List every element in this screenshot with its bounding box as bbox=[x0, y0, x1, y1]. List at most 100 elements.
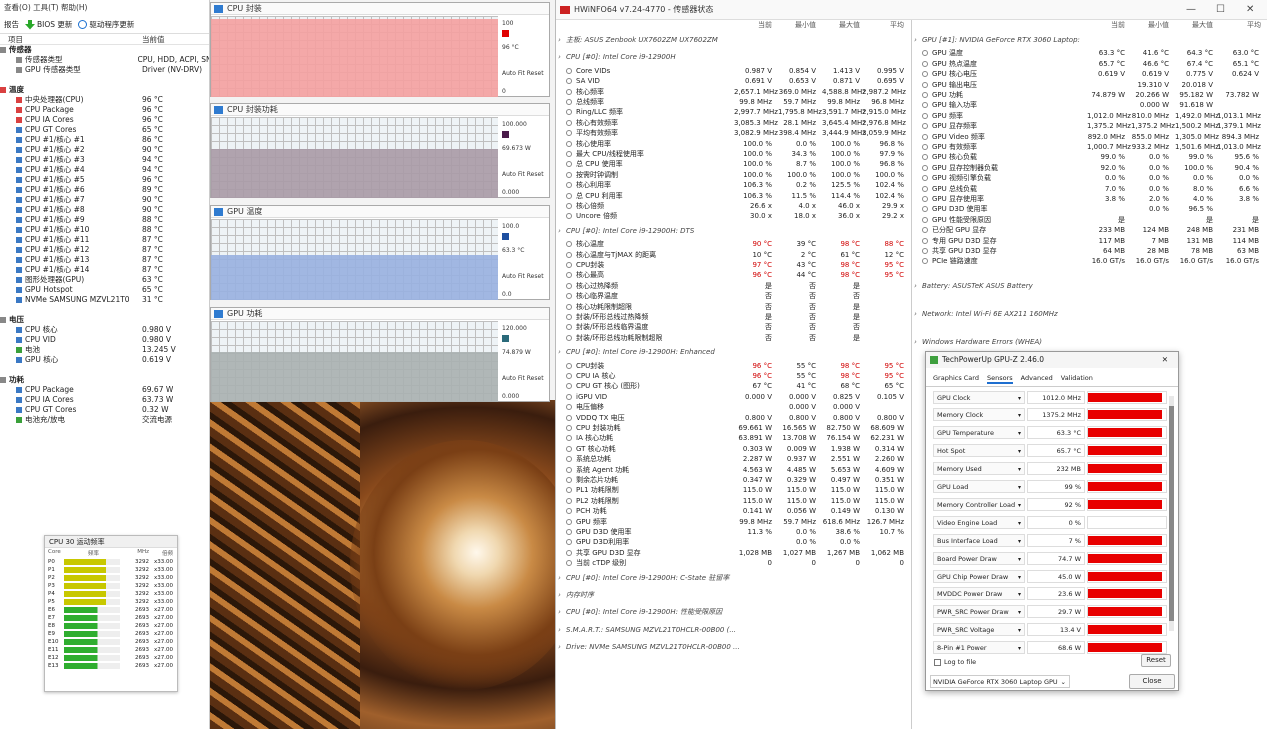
sensor-row[interactable]: 核心过热降频 是 否 是 bbox=[558, 281, 908, 291]
sensor-label-dropdown[interactable]: PWR_SRC Power Draw ▾ bbox=[933, 605, 1025, 619]
menu-bar[interactable]: 查看(O) 工具(T) 帮助(H) bbox=[0, 0, 209, 16]
sensor-row[interactable]: 系统 Agent 功耗 4.563 W 4.485 W 5.653 W 4.609 W bbox=[558, 465, 908, 475]
sensor-row[interactable]: GPU Video 频率 892.0 MHz 855.0 MHz 1,305.0 MH… bbox=[914, 132, 1264, 142]
tree-row[interactable]: CPU #1/核心 #11 87 °C bbox=[0, 235, 209, 245]
expand-chevron-icon[interactable]: › bbox=[914, 337, 922, 347]
tree-row[interactable]: 功耗 bbox=[0, 375, 209, 385]
sensor-group[interactable]: › GPU [#1]: NVIDIA GeForce RTX 3060 Lapto… bbox=[914, 35, 1264, 45]
sensor-row[interactable]: PCIe 链路速度 16.0 GT/s 16.0 GT/s 16.0 GT/s 16.0… bbox=[914, 256, 1264, 266]
col-max-2[interactable]: 最大值 bbox=[1175, 20, 1213, 30]
sensor-row[interactable]: GPU D3D 使用率 11.3 % 0.0 % 38.6 % 10.7 % bbox=[558, 527, 908, 537]
sensor-label-dropdown[interactable]: PWR_SRC Voltage ▾ bbox=[933, 623, 1025, 637]
device-select[interactable]: NVIDIA GeForce RTX 3060 Laptop GPU ⌄ bbox=[930, 675, 1070, 688]
col-avg-2[interactable]: 平均 bbox=[1219, 20, 1261, 30]
sensor-row[interactable]: 核心倍频 26.6 x 4.0 x 46.0 x 29.9 x bbox=[558, 201, 908, 211]
sensor-row[interactable]: Core VIDs 0.987 V 0.854 V 1.413 V 0.995 V bbox=[558, 66, 908, 76]
col-min-2[interactable]: 最小值 bbox=[1131, 20, 1169, 30]
tree-row[interactable]: CPU #1/核心 #12 87 °C bbox=[0, 245, 209, 255]
sensor-row[interactable]: CPU GT 核心 (图形) 67 °C 41 °C 68 °C 65 °C bbox=[558, 381, 908, 391]
sensor-row[interactable]: Ring/LLC 频率 2,997.7 MHz 1,795.8 MHz 3,591.7… bbox=[558, 107, 908, 117]
sensor-row[interactable]: IA 核心功耗 63.891 W 13.708 W 76.154 W 62.231 W bbox=[558, 433, 908, 443]
minimize-icon[interactable]: — bbox=[1186, 0, 1196, 20]
expand-chevron-icon[interactable]: › bbox=[558, 52, 566, 62]
scrollbar[interactable] bbox=[1169, 396, 1174, 631]
tree-row[interactable]: CPU #1/核心 #8 90 °C bbox=[0, 205, 209, 215]
expand-chevron-icon[interactable]: › bbox=[914, 35, 922, 45]
sensor-row[interactable]: CPU封装 96 °C 55 °C 98 °C 95 °C bbox=[558, 361, 908, 371]
series-color-swatch[interactable] bbox=[502, 335, 509, 342]
sensor-row[interactable]: 核心频率 2,657.1 MHz 369.0 MHz 4,588.8 MHz 2,987… bbox=[558, 87, 908, 97]
sensor-label-dropdown[interactable]: Hot Spot ▾ bbox=[933, 444, 1025, 458]
sensor-label-dropdown[interactable]: Memory Used ▾ bbox=[933, 462, 1025, 476]
sensor-row[interactable]: GPU 频率 1,012.0 MHz 810.0 MHz 1,492.0 MHz 1,0… bbox=[914, 111, 1264, 121]
sensor-row[interactable]: 封装/环形总线临界温度 否 否 否 bbox=[558, 322, 908, 332]
sensor-label-dropdown[interactable]: GPU Chip Power Draw ▾ bbox=[933, 569, 1025, 583]
sensor-row[interactable]: VDDQ TX 电压 0.800 V 0.800 V 0.800 V 0.800 V bbox=[558, 413, 908, 423]
sensor-row[interactable]: 电压偏移 0.000 V 0.000 V bbox=[558, 402, 908, 412]
sensor-row[interactable]: 共享 GPU D3D 显存 64 MB 28 MB 78 MB 63 MB bbox=[914, 246, 1264, 256]
tree-row[interactable]: 电池 13.245 V bbox=[0, 345, 209, 355]
tree-row[interactable]: CPU #1/核心 #6 89 °C bbox=[0, 185, 209, 195]
sensor-row[interactable]: GPU 核心电压 0.619 V 0.619 V 0.775 V 0.624 V bbox=[914, 69, 1264, 79]
close-button[interactable]: Close bbox=[1129, 674, 1175, 689]
sensor-group[interactable]: › 主板: ASUS Zenbook UX7602ZM UX7602ZM bbox=[558, 35, 908, 45]
sensor-row[interactable]: 共享 GPU D3D 显存 1,028 MB 1,027 MB 1,267 MB 1,0… bbox=[558, 548, 908, 558]
sensor-row[interactable]: 封装/环形总线过热降频 是 否 是 bbox=[558, 312, 908, 322]
sensor-row[interactable]: SA VID 0.691 V 0.653 V 0.871 V 0.695 V bbox=[558, 76, 908, 86]
sensor-row[interactable]: PL1 功耗限制 115.0 W 115.0 W 115.0 W 115.0 W bbox=[558, 485, 908, 495]
sensor-row[interactable]: GPU 显存使用率 3.8 % 2.0 % 4.0 % 3.8 % bbox=[914, 194, 1264, 204]
sensor-row[interactable]: GPU 功耗 74.879 W 20.266 W 95.182 W 73.782 W bbox=[914, 90, 1264, 100]
tree-row[interactable]: GPU Hotspot 65 °C bbox=[0, 285, 209, 295]
sensor-row[interactable]: 按需时钟调制 100.0 % 100.0 % 100.0 % 100.0 % bbox=[558, 170, 908, 180]
expand-chevron-icon[interactable]: › bbox=[558, 590, 566, 600]
sensor-group[interactable]: › CPU [#0]: Intel Core i9-12900H: Enhance… bbox=[558, 347, 908, 357]
graph-title[interactable]: GPU 温度 bbox=[211, 206, 549, 218]
sensor-row[interactable]: CPU 封装功耗 69.661 W 16.565 W 82.750 W 68.609 W bbox=[558, 423, 908, 433]
sensor-row[interactable]: CPU IA 核心 96 °C 55 °C 98 °C 95 °C bbox=[558, 371, 908, 381]
autofit-reset-buttons[interactable]: Auto Fit Reset bbox=[502, 375, 544, 382]
sensor-label-dropdown[interactable]: Memory Controller Load ▾ bbox=[933, 497, 1025, 511]
sensor-row[interactable]: Uncore 倍频 30.0 x 18.0 x 36.0 x 29.2 x bbox=[558, 211, 908, 221]
sensor-row[interactable]: PL2 功耗限制 115.0 W 115.0 W 115.0 W 115.0 W bbox=[558, 496, 908, 506]
tree-row[interactable]: 电压 bbox=[0, 315, 209, 325]
sensor-group[interactable]: › CPU [#0]: Intel Core i9-12900H: DTS bbox=[558, 226, 908, 236]
graph-title[interactable]: GPU 功耗 bbox=[211, 308, 549, 320]
tree-row[interactable]: NVMe SAMSUNG MZVL21T0 31 °C bbox=[0, 295, 209, 305]
sensor-row[interactable]: 专用 GPU D3D 显存 117 MB 7 MB 131 MB 114 MB bbox=[914, 236, 1264, 246]
tree-row[interactable]: GPU 核心 0.619 V bbox=[0, 355, 209, 365]
sensor-row[interactable]: GPU 温度 63.3 °C 41.6 °C 64.3 °C 63.0 °C bbox=[914, 48, 1264, 58]
col-avg[interactable]: 平均 bbox=[862, 20, 904, 30]
cpu-clock-title[interactable]: CPU 30 运动频率 bbox=[45, 536, 177, 548]
graph-window[interactable]: GPU 功耗 120.000 74.879 W Auto Fit Reset 0.000 bbox=[210, 307, 550, 402]
sensor-row[interactable]: 已分配 GPU 显存 233 MB 124 MB 248 MB 231 MB bbox=[914, 225, 1264, 235]
tree-row[interactable]: 中央处理器(CPU) 96 °C bbox=[0, 95, 209, 105]
sensor-row[interactable]: GPU 频率 99.8 MHz 59.7 MHz 618.6 MHz 126.7 MHz bbox=[558, 517, 908, 527]
sensor-row[interactable]: 核心使用率 100.0 % 0.0 % 100.0 % 96.8 % bbox=[558, 139, 908, 149]
tree-row[interactable]: CPU #1/核心 #2 90 °C bbox=[0, 145, 209, 155]
sensor-row[interactable]: 剩余芯片功耗 0.347 W 0.329 W 0.497 W 0.351 W bbox=[558, 475, 908, 485]
tree-row[interactable] bbox=[0, 305, 209, 315]
graph-title[interactable]: CPU 封装 bbox=[211, 3, 549, 15]
tree-row[interactable]: CPU GT Cores 0.32 W bbox=[0, 405, 209, 415]
autofit-reset-buttons[interactable]: Auto Fit Reset bbox=[502, 273, 544, 280]
sensor-row[interactable]: 核心功耗限制超限 否 否 是 bbox=[558, 302, 908, 312]
tree-row[interactable] bbox=[0, 365, 209, 375]
graph-window[interactable]: CPU 封装 100 96 °C Auto Fit Reset 0 bbox=[210, 2, 550, 97]
sensor-row[interactable]: iGPU VID 0.000 V 0.000 V 0.825 V 0.105 V bbox=[558, 392, 908, 402]
close-icon[interactable]: ✕ bbox=[1246, 0, 1254, 20]
sensor-group[interactable]: › CPU [#0]: Intel Core i9-12900H bbox=[558, 52, 908, 62]
sensor-row[interactable]: PCH 功耗 0.141 W 0.056 W 0.149 W 0.130 W bbox=[558, 506, 908, 516]
sensor-row[interactable]: CPU封装 97 °C 43 °C 98 °C 95 °C bbox=[558, 260, 908, 270]
sensor-label-dropdown[interactable]: GPU Temperature ▾ bbox=[933, 426, 1025, 440]
sensor-label-dropdown[interactable]: Board Power Draw ▾ bbox=[933, 551, 1025, 565]
series-color-swatch[interactable] bbox=[502, 30, 509, 37]
sensor-row[interactable]: 最大 CPU/线程使用率 100.0 % 34.3 % 100.0 % 97.9 % bbox=[558, 149, 908, 159]
sensor-row[interactable]: 核心温度 90 °C 39 °C 98 °C 88 °C bbox=[558, 239, 908, 249]
tree-row[interactable]: 温度 bbox=[0, 85, 209, 95]
sensor-row[interactable]: 核心临界温度 否 否 否 bbox=[558, 291, 908, 301]
sensor-row[interactable]: 核心最高 96 °C 44 °C 98 °C 95 °C bbox=[558, 270, 908, 280]
sensor-row[interactable]: 平均有效频率 3,082.9 MHz 398.4 MHz 3,444.9 MHz 3,0… bbox=[558, 128, 908, 138]
graph-title[interactable]: CPU 封装功耗 bbox=[211, 104, 549, 116]
sensor-label-dropdown[interactable]: MVDDC Power Draw ▾ bbox=[933, 587, 1025, 601]
sensor-row[interactable]: 当前 cTDP 级别 0 0 0 0 bbox=[558, 558, 908, 568]
